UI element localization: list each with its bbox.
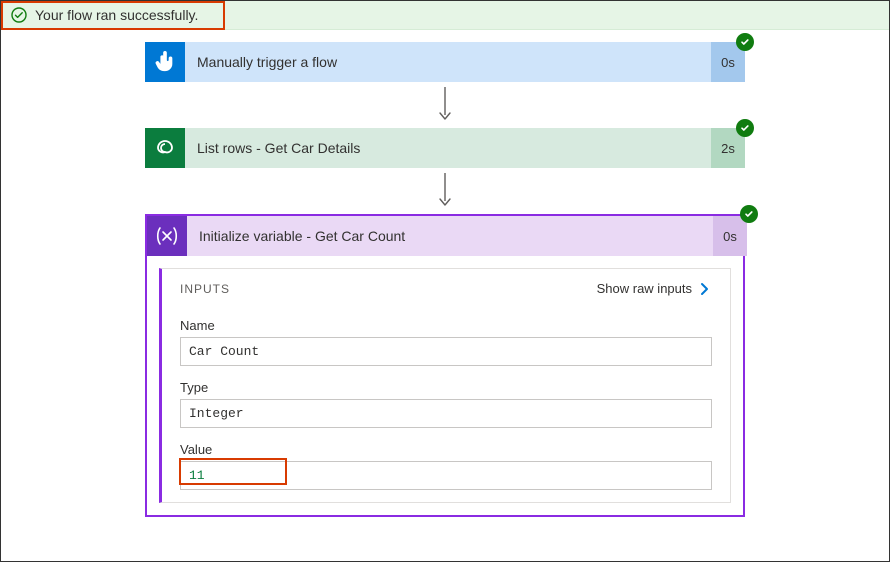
- arrow-icon: [437, 168, 453, 214]
- variable-icon: [147, 216, 187, 256]
- inputs-heading: INPUTS: [180, 282, 230, 296]
- value-label: Value: [180, 442, 712, 457]
- listrows-card[interactable]: List rows - Get Car Details 2s: [145, 128, 745, 168]
- type-value: Integer: [180, 399, 712, 428]
- inputs-panel: INPUTS Show raw inputs Name Car Count Ty…: [159, 268, 731, 503]
- initvar-title: Initialize variable - Get Car Count: [187, 216, 713, 256]
- name-label: Name: [180, 318, 712, 333]
- check-circle-icon: [11, 7, 27, 23]
- success-banner: Your flow ran successfully.: [1, 1, 889, 30]
- success-badge-icon: [736, 119, 754, 137]
- flow-canvas: Manually trigger a flow 0s List rows - G…: [1, 30, 889, 517]
- manual-trigger-icon: [145, 42, 185, 82]
- show-raw-inputs-label: Show raw inputs: [597, 281, 692, 296]
- success-badge-icon: [736, 33, 754, 51]
- trigger-card[interactable]: Manually trigger a flow 0s: [145, 42, 745, 82]
- name-value: Car Count: [180, 337, 712, 366]
- initvar-card[interactable]: Initialize variable - Get Car Count 0s I…: [145, 214, 745, 517]
- success-message: Your flow ran successfully.: [35, 7, 198, 23]
- dataverse-icon: [145, 128, 185, 168]
- value-number: 11: [189, 468, 205, 483]
- show-raw-inputs-link[interactable]: Show raw inputs: [597, 281, 712, 296]
- chevron-right-icon: [698, 282, 712, 296]
- type-label: Type: [180, 380, 712, 395]
- initvar-duration: 0s: [713, 216, 747, 256]
- success-badge-icon: [740, 205, 758, 223]
- value-value: 11: [180, 461, 712, 490]
- trigger-title: Manually trigger a flow: [185, 42, 711, 82]
- arrow-icon: [437, 82, 453, 128]
- listrows-title: List rows - Get Car Details: [185, 128, 711, 168]
